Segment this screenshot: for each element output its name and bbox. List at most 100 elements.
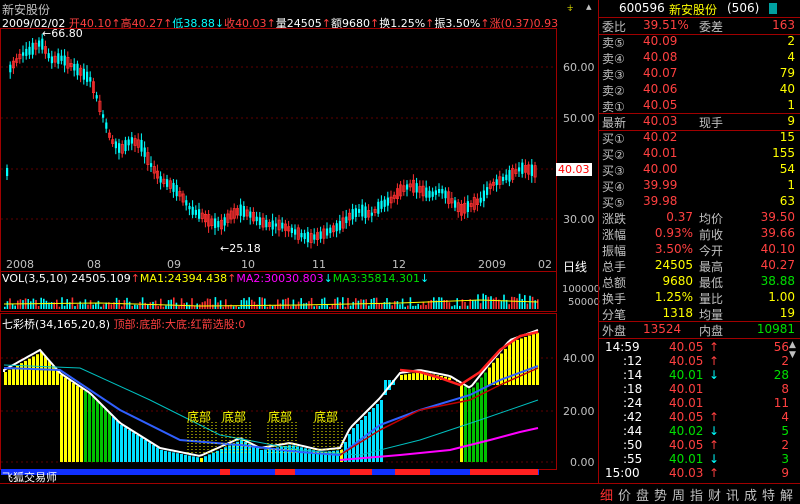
candle-body [438,189,441,193]
volume-bar [87,304,89,309]
indicator-bar [268,448,271,462]
candle-body [86,71,89,82]
price-y-tick-2: 50.00 [563,112,595,125]
chart-area[interactable]: 新安股份 2009/02/02 开40.10↑高40.27↑低38.88↓收40… [0,0,600,484]
bottom-tab[interactable]: 细 [600,485,613,504]
bottom-tab[interactable]: 成 [744,485,757,504]
indicator-bar [208,454,211,462]
tick-time: :12 [623,354,643,368]
stat-value-1: 24505 [654,258,693,272]
x-tick-11: 11 [312,258,326,271]
bottom-tab[interactable]: 特 [762,485,775,504]
volume-bar [121,306,123,309]
tick-time: :55 [623,452,643,466]
candle-body [47,53,50,59]
volume-bar [466,305,469,309]
candle-body [428,190,431,198]
volume-bar [222,306,224,309]
tick-price: 40.02 [669,424,704,438]
tick-price: 40.05 [669,340,704,354]
info-icon[interactable] [769,3,777,14]
volume-bar [425,304,427,309]
volume-bar [292,299,295,309]
volume-bar [391,305,393,309]
candle-body [444,190,447,199]
stat-label-2: 最低 [699,276,724,290]
indicator-bar [220,449,223,462]
volume-bar [472,300,474,309]
volume-bar [362,299,365,309]
candle-body [25,48,28,56]
indicator-bar [188,455,191,462]
indicator-bar [272,448,275,462]
candle-body [351,209,354,220]
tick-volume: 9 [781,466,789,480]
volume-bar [318,305,321,309]
chart-svg[interactable] [0,0,598,483]
tick-scroll-icon[interactable]: ▲ ▼ [789,340,796,360]
volume-bar [100,306,102,309]
bottom-tab[interactable]: 指 [690,485,703,504]
buy-price: 40.00 [643,162,678,176]
candle-body [482,190,485,202]
indicator-bar [68,380,71,462]
volume-bar [92,304,94,309]
tick-direction: ↓ [709,368,720,382]
sell-price: 40.05 [643,98,678,112]
stat-label-1: 总手 [602,260,627,274]
indicator-bar [12,367,15,385]
volume-bar [17,300,19,309]
volume-bar [422,301,425,309]
candle-body [41,38,44,50]
bottom-tab[interactable]: 势 [654,485,667,504]
indicator-bar [252,446,255,462]
volume-bar [529,295,531,309]
x-tick-08: 08 [87,258,101,271]
volume-bar [433,297,435,309]
bottom-tab[interactable]: 讯 [726,485,739,504]
sell-volume: 79 [779,66,795,80]
bottom-tab[interactable]: 价 [618,485,631,504]
candle-body [358,209,361,213]
candle-body [425,187,428,198]
volume-bar [329,306,331,309]
sell-volume: 40 [779,82,795,96]
buy-volume: 155 [772,146,795,160]
indicator-bar [504,348,507,385]
period-label[interactable]: 日线 [563,258,587,275]
tick-time: 15:00 [605,466,640,480]
volume-bar [204,301,206,309]
indicator-bar [60,375,63,462]
stat-label-2: 均价 [699,212,724,226]
neipan-label: 内盘 [699,324,724,338]
bottom-tab[interactable]: 盘 [636,485,649,504]
volume-bar [149,302,152,309]
indicator-bar [120,425,123,462]
indicator-bar [168,451,171,462]
candle-body [89,77,92,82]
stat-row: 分笔 1318 均量 19 [599,306,800,322]
candle-body [386,197,389,206]
indicator-bar [152,445,155,462]
stat-label-1: 涨跌 [602,212,627,226]
bottom-tab[interactable]: 财 [708,485,721,504]
bottom-tab[interactable]: 周 [672,485,685,504]
buy-row: 买① 40.02 15 [599,130,800,146]
candlestick-series [6,33,537,249]
indicator-bar [528,335,531,385]
candle-body [140,139,143,152]
bottom-tab[interactable]: 解 [780,485,793,504]
indicator-bar [200,458,203,462]
tick-volume: 2 [781,438,789,452]
indicator-bar [8,369,11,385]
volume-bar [199,304,201,309]
indicator-bar [116,421,119,462]
indicator-bar [184,454,187,462]
buy-price: 40.02 [643,130,678,144]
volume-bar [45,300,48,309]
volume-bar [399,304,401,309]
stat-label-2: 量比 [699,292,724,306]
stat-row: 总手 24505 最高 40.27 [599,258,800,274]
volume-bar [180,298,183,309]
tick-price: 40.03 [669,466,704,480]
